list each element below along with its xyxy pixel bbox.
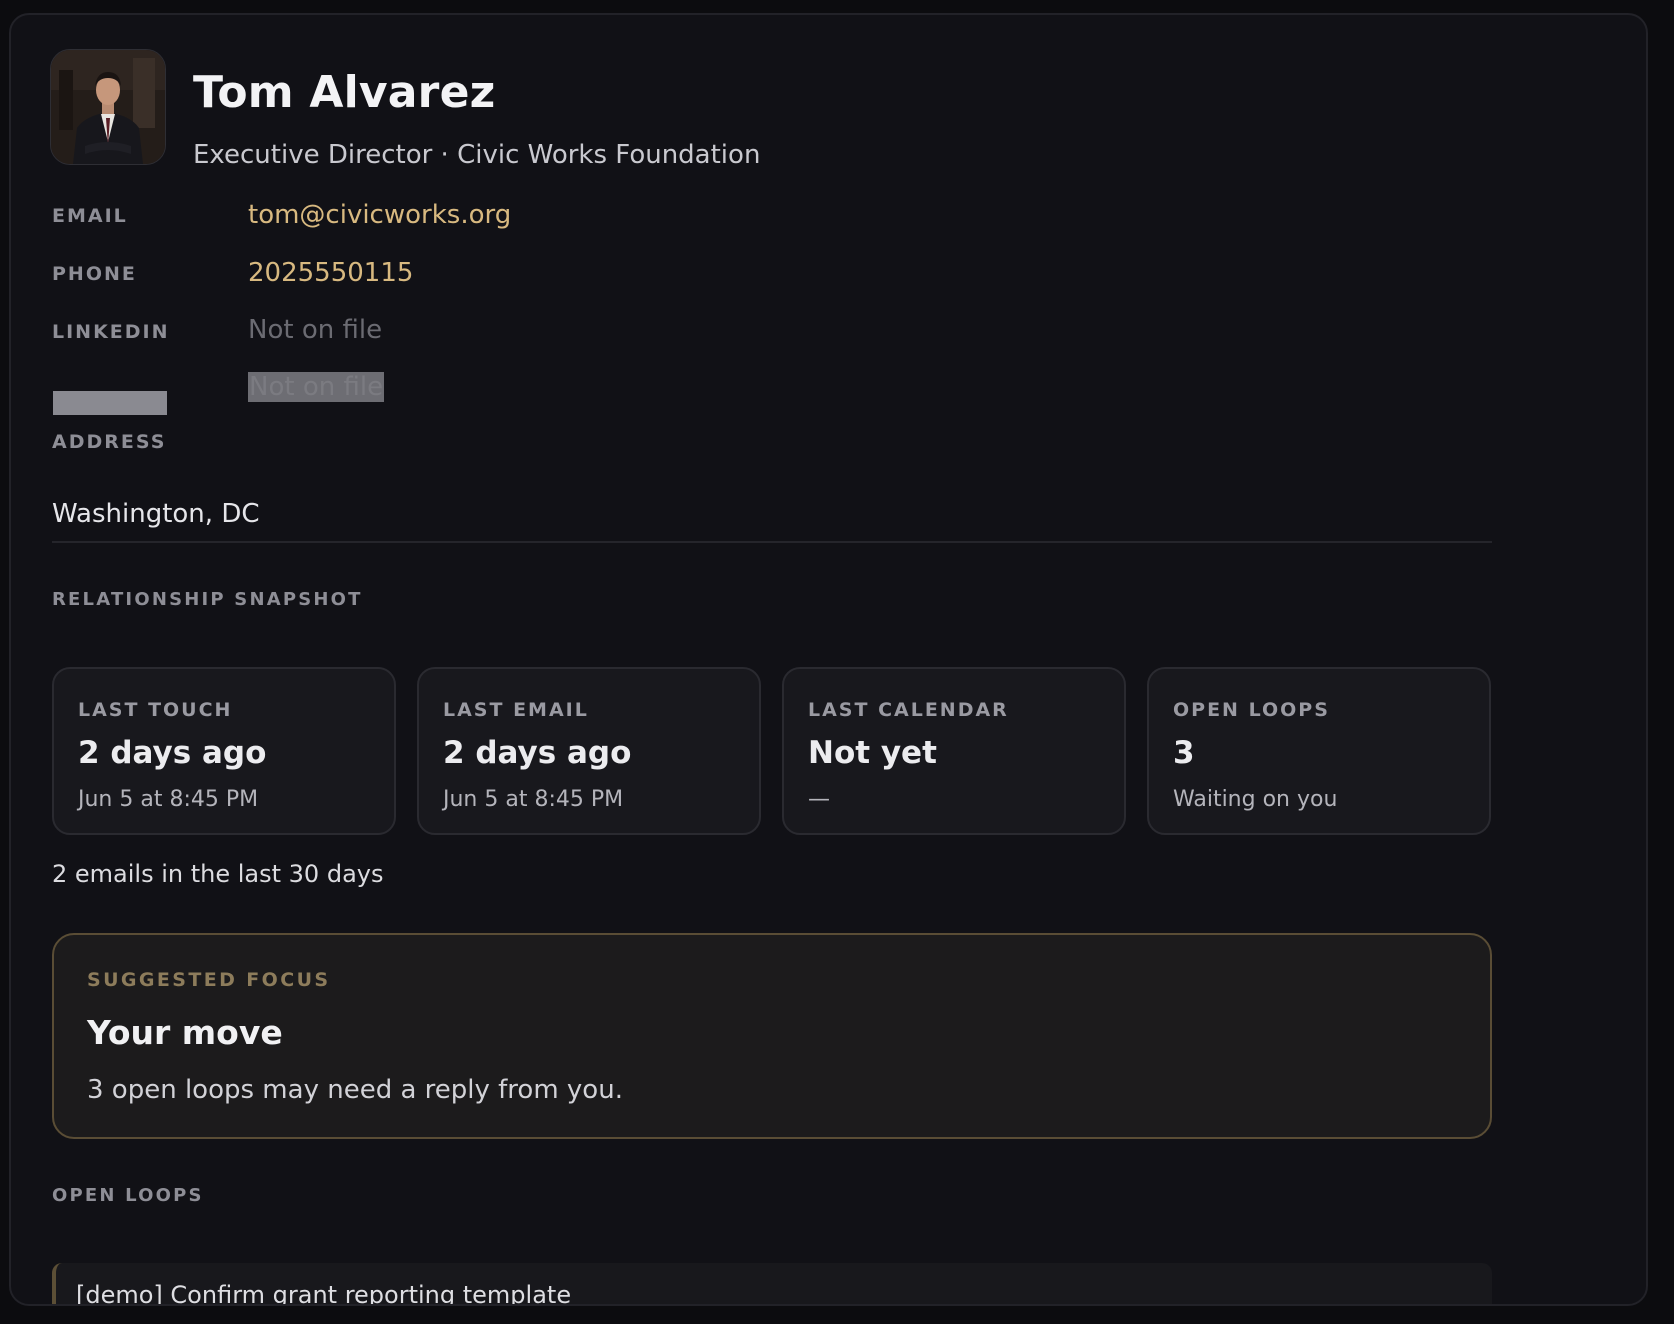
- stat-card-last-email: LAST EMAIL 2 days ago Jun 5 at 8:45 PM: [417, 667, 761, 835]
- stat-card-label: LAST CALENDAR: [808, 699, 1009, 721]
- emails-summary: 2 emails in the last 30 days: [52, 860, 384, 888]
- open-loop-item[interactable]: [demo] Confirm grant reporting template: [52, 1263, 1492, 1306]
- stat-card-label: LAST EMAIL: [443, 699, 589, 721]
- section-divider: [52, 541, 1492, 543]
- address-label: ADDRESS: [52, 431, 167, 453]
- redacted-field-label: [53, 391, 167, 415]
- stat-card-value: 2 days ago: [78, 735, 267, 771]
- stat-card-last-touch: LAST TOUCH 2 days ago Jun 5 at 8:45 PM: [52, 667, 396, 835]
- suggested-focus-label: SUGGESTED FOCUS: [87, 969, 331, 991]
- relationship-snapshot-title: RELATIONSHIP SNAPSHOT: [52, 589, 363, 610]
- linkedin-value: Not on file: [248, 315, 383, 345]
- contact-name: Tom Alvarez: [193, 67, 496, 118]
- stat-card-subtext: Jun 5 at 8:45 PM: [443, 787, 624, 812]
- stat-card-value: 3: [1173, 735, 1195, 771]
- open-loops-title: OPEN LOOPS: [52, 1185, 204, 1206]
- stat-card-subtext: Waiting on you: [1173, 787, 1338, 812]
- stat-card-label: LAST TOUCH: [78, 699, 233, 721]
- highlighted-field-value: Not on file: [248, 372, 385, 402]
- stat-card-subtext: Jun 5 at 8:45 PM: [78, 787, 259, 812]
- email-label: EMAIL: [52, 205, 128, 227]
- suggested-focus-title: Your move: [87, 1013, 283, 1052]
- contact-detail-panel: Tom Alvarez Executive Director · Civic W…: [9, 13, 1648, 1306]
- stat-card-value: 2 days ago: [443, 735, 632, 771]
- contact-title-organization: Executive Director · Civic Works Foundat…: [193, 140, 761, 170]
- open-loop-text: [demo] Confirm grant reporting template: [76, 1281, 572, 1306]
- suggested-focus-text: 3 open loops may need a reply from you.: [87, 1075, 623, 1105]
- stat-card-value: Not yet: [808, 735, 937, 771]
- scrollbar-thumb[interactable]: [1646, 28, 1648, 604]
- stat-card-label: OPEN LOOPS: [1173, 699, 1330, 721]
- stat-card-subtext: —: [808, 787, 830, 812]
- stat-card-open-loops: OPEN LOOPS 3 Waiting on you: [1147, 667, 1491, 835]
- phone-link[interactable]: 2025550115: [248, 258, 413, 288]
- address-value: Washington, DC: [52, 499, 260, 529]
- email-link[interactable]: tom@civicworks.org: [248, 200, 511, 230]
- avatar: [50, 49, 166, 165]
- linkedin-label: LINKEDIN: [52, 321, 170, 343]
- suggested-focus-card: SUGGESTED FOCUS Your move 3 open loops m…: [52, 933, 1492, 1139]
- stat-card-last-calendar: LAST CALENDAR Not yet —: [782, 667, 1126, 835]
- phone-label: PHONE: [52, 263, 137, 285]
- avatar-photo: [51, 50, 165, 164]
